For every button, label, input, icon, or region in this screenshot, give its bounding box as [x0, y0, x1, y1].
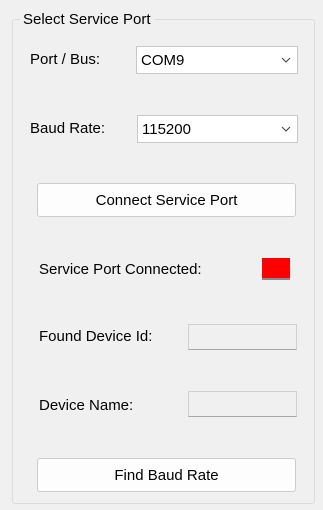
found-device-id-field [188, 324, 297, 350]
baud-rate-select[interactable]: 115200 [137, 115, 298, 143]
service-port-connected-label: Service Port Connected: [39, 261, 202, 278]
port-bus-label: Port / Bus: [30, 51, 101, 68]
connect-service-port-button[interactable]: Connect Service Port [37, 183, 296, 217]
device-name-field [188, 391, 297, 417]
chevron-down-icon[interactable] [275, 57, 297, 63]
baud-rate-value: 115200 [142, 120, 191, 138]
port-bus-value: COM9 [141, 51, 185, 69]
chevron-down-icon[interactable] [275, 126, 297, 132]
baud-rate-label: Baud Rate: [30, 120, 106, 137]
connection-status-indicator [262, 258, 290, 280]
device-name-label: Device Name: [39, 397, 134, 414]
port-bus-select[interactable]: COM9 [136, 46, 298, 74]
group-title: Select Service Port [20, 11, 154, 28]
found-device-id-label: Found Device Id: [39, 328, 153, 345]
find-baud-rate-button[interactable]: Find Baud Rate [37, 458, 296, 492]
